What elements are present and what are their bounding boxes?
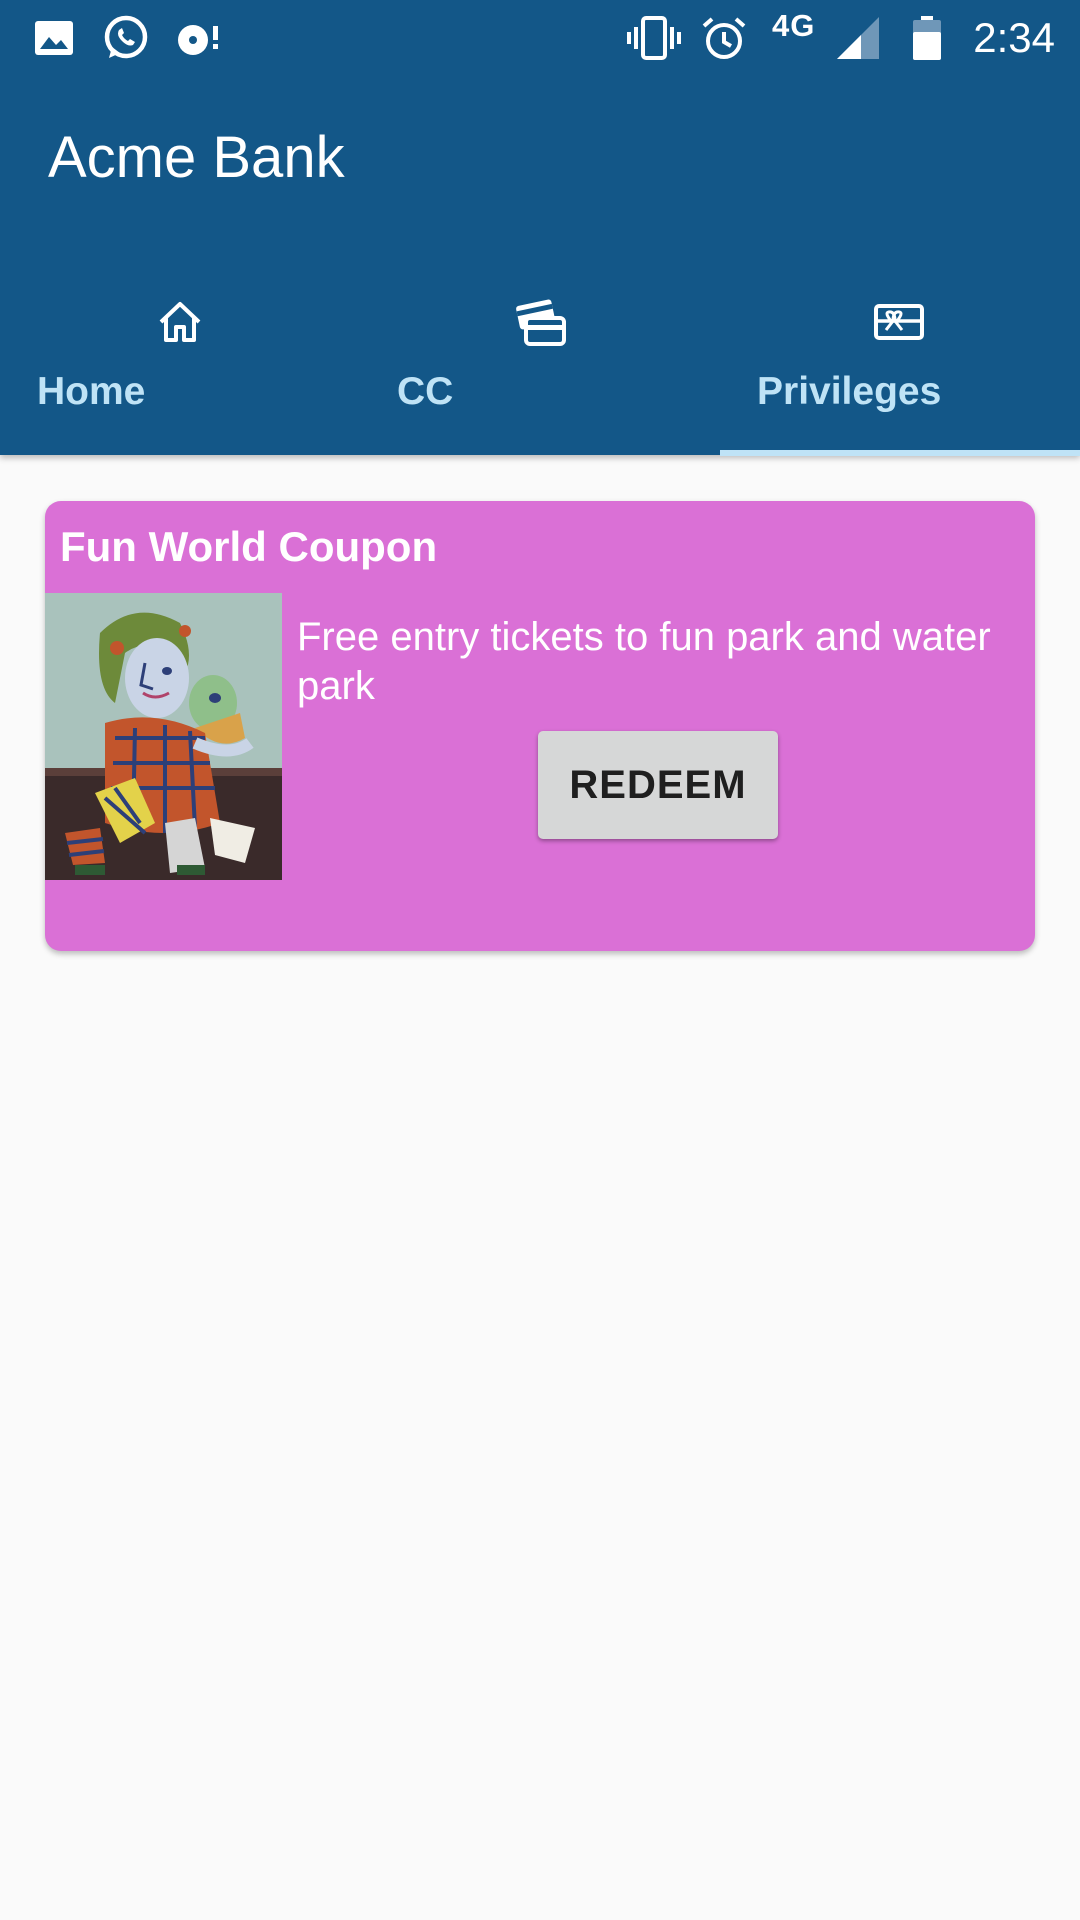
selected-tab-indicator <box>720 450 1080 456</box>
redeem-button[interactable]: REDEEM <box>538 731 778 839</box>
alarm-icon <box>700 0 748 75</box>
status-bar: 4G 2:34 <box>0 0 1080 75</box>
network-type: 4G <box>772 8 816 43</box>
coupon-description: Free entry tickets to fun park and water… <box>297 615 991 708</box>
home-icon <box>159 302 201 342</box>
tab-privileges[interactable]: Privileges <box>720 270 1080 455</box>
battery-icon <box>911 0 943 75</box>
tab-privileges-label: Privileges <box>757 370 942 413</box>
coupon-card[interactable]: Fun World Coupon Free entry tickets to f… <box>45 501 1035 951</box>
coupon-image <box>45 593 282 880</box>
tab-bar: Home CC Privileges <box>0 270 1080 456</box>
coupon-title: Fun World Coupon <box>60 523 438 570</box>
vibrate-icon <box>626 0 682 75</box>
app-title: Acme Bank <box>48 125 345 190</box>
credit-card-icon <box>516 299 566 346</box>
gift-card-icon <box>874 304 924 340</box>
whatsapp-icon <box>101 0 151 75</box>
tab-home[interactable]: Home <box>0 270 360 455</box>
signal-icon <box>835 0 881 75</box>
tab-home-label: Home <box>37 370 146 413</box>
image-icon <box>34 0 74 75</box>
tab-cc[interactable]: CC <box>360 270 720 455</box>
clock: 2:34 <box>973 14 1055 61</box>
sync-icon <box>175 0 223 75</box>
tab-cc-label: CC <box>397 370 454 413</box>
app-bar: 4G 2:34 Acme Bank Home CC Privileges <box>0 0 1080 456</box>
